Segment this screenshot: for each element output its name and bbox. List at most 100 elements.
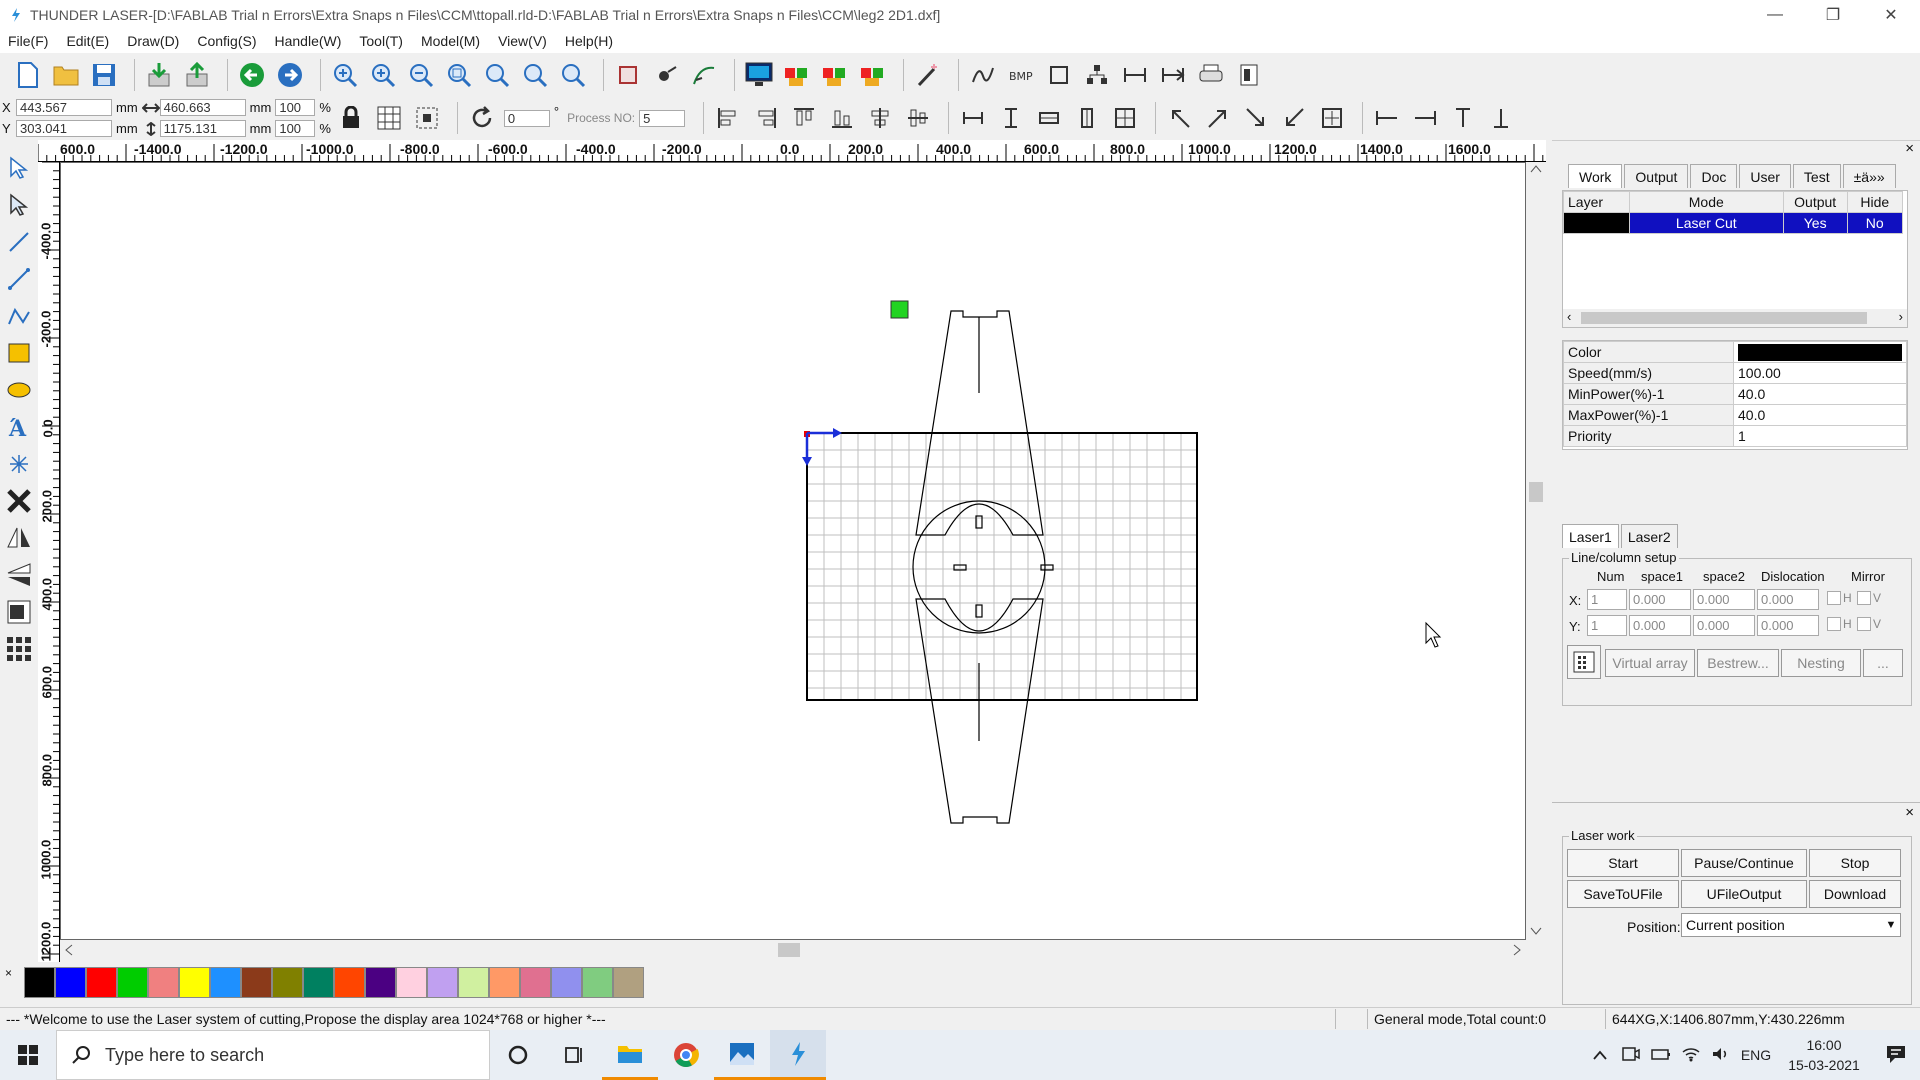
restore-button[interactable]: ❐ <box>1804 0 1862 29</box>
min-power-value[interactable]: 40.0 <box>1733 383 1907 405</box>
drawing-canvas[interactable] <box>60 162 1526 940</box>
menu-handle[interactable]: Handle(W) <box>274 33 341 49</box>
move-top-right-button[interactable] <box>1202 102 1234 134</box>
battery-icon[interactable] <box>1646 1047 1676 1064</box>
position-grid-button[interactable] <box>373 102 405 134</box>
priority-value[interactable]: 1 <box>1733 425 1907 447</box>
text-tool[interactable]: Ά <box>3 411 35 443</box>
equal-space-h-button[interactable] <box>1033 102 1065 134</box>
rotate-button[interactable] <box>466 102 498 134</box>
start-button[interactable] <box>0 1030 56 1080</box>
optimize-direction-button[interactable] <box>857 59 889 91</box>
node-edit-button[interactable] <box>650 59 682 91</box>
smooth-curve-button[interactable] <box>967 59 999 91</box>
delete-tool[interactable] <box>3 485 35 517</box>
layer-horizontal-scrollbar[interactable]: ‹ › <box>1563 309 1907 327</box>
virtual-array-button[interactable]: Virtual array <box>1605 649 1695 677</box>
move-bottom-left-button[interactable] <box>1278 102 1310 134</box>
y-space1-field[interactable]: 0.000 <box>1629 615 1691 636</box>
menu-model[interactable]: Model(M) <box>421 33 480 49</box>
x-num-field[interactable]: 1 <box>1587 589 1627 610</box>
color-swatch-mint[interactable] <box>582 966 613 998</box>
color-swatch-pink[interactable] <box>396 966 427 998</box>
color-swatch-khaki[interactable] <box>613 966 644 998</box>
thunder-laser-taskbar-button[interactable] <box>770 1030 826 1080</box>
zoom-data-button[interactable] <box>557 59 589 91</box>
display-button[interactable] <box>743 59 775 91</box>
rectangle-tool[interactable] <box>3 337 35 369</box>
array-tool[interactable] <box>3 633 35 665</box>
minimize-button[interactable]: — <box>1746 0 1804 29</box>
color-swatch-peach[interactable] <box>489 966 520 998</box>
move-top-left-button[interactable] <box>1164 102 1196 134</box>
menu-edit[interactable]: Edit(E) <box>66 33 109 49</box>
dock-left-button[interactable] <box>1371 102 1403 134</box>
process-number-field[interactable]: 5 <box>639 109 686 127</box>
nesting-button[interactable]: Nesting <box>1781 649 1861 677</box>
optimize-order-button[interactable] <box>819 59 851 91</box>
taskbar-search-box[interactable]: Type here to search <box>56 1030 490 1080</box>
tab-laser2[interactable]: Laser2 <box>1620 524 1678 548</box>
zoom-in-button[interactable] <box>329 59 361 91</box>
rectangle-frame-button[interactable] <box>1043 59 1075 91</box>
scroll-left-arrow-icon[interactable]: ‹ <box>1567 309 1571 324</box>
save-button[interactable] <box>88 59 120 91</box>
x-space1-field[interactable]: 0.000 <box>1629 589 1691 610</box>
align-right-button[interactable] <box>750 102 782 134</box>
notification-center-button[interactable] <box>1872 1044 1920 1067</box>
save-to-ufile-button[interactable]: SaveToUFile <box>1567 880 1679 908</box>
x-position-field[interactable]: 443.567 <box>16 99 112 116</box>
tab-doc[interactable]: Doc <box>1690 164 1738 188</box>
undo-button[interactable] <box>236 59 268 91</box>
color-swatch-sky[interactable] <box>210 966 241 998</box>
stop-button[interactable]: Stop <box>1809 849 1901 877</box>
mirror-h-tool[interactable] <box>3 522 35 554</box>
x-mirror-h-checkbox[interactable] <box>1827 591 1841 605</box>
redo-button[interactable] <box>274 59 306 91</box>
pause-continue-button[interactable]: Pause/Continue <box>1681 849 1807 877</box>
speed-value[interactable]: 100.00 <box>1733 362 1907 384</box>
zoom-window-button[interactable] <box>443 59 475 91</box>
new-file-button[interactable] <box>12 59 44 91</box>
taskbar-clock[interactable]: 16:00 15-03-2021 <box>1776 1035 1872 1075</box>
lock-ratio-button[interactable] <box>335 102 367 134</box>
output-file-button[interactable] <box>1233 59 1265 91</box>
chrome-taskbar-button[interactable] <box>658 1030 714 1080</box>
x-mirror-v-checkbox[interactable] <box>1857 591 1871 605</box>
mirror-v-tool[interactable] <box>3 559 35 591</box>
tab-transform[interactable]: ±ä»» <box>1842 164 1896 188</box>
align-bottom-button[interactable] <box>826 102 858 134</box>
distance-button[interactable] <box>1157 59 1189 91</box>
menu-config[interactable]: Config(S) <box>197 33 256 49</box>
position-select[interactable]: Current position ▼ <box>1681 913 1901 937</box>
zoom-page-button[interactable] <box>481 59 513 91</box>
align-center-v-button[interactable] <box>902 102 934 134</box>
show-hidden-icons-button[interactable] <box>1584 1047 1616 1063</box>
ufile-output-button[interactable]: UFileOutput <box>1681 880 1807 908</box>
y-mirror-v-checkbox[interactable] <box>1857 617 1871 631</box>
close-button[interactable]: ✕ <box>1862 0 1920 29</box>
menu-file[interactable]: File(F) <box>8 33 48 49</box>
tab-test[interactable]: Test <box>1792 164 1841 188</box>
apply-size-button[interactable] <box>411 102 443 134</box>
color-swatch-green[interactable] <box>117 966 148 998</box>
color-swatch-periwinkle[interactable] <box>551 966 582 998</box>
width-field[interactable]: 460.663 <box>159 99 246 116</box>
panel-close-button[interactable]: × <box>1905 140 1914 157</box>
zoom-out-button[interactable] <box>405 59 437 91</box>
align-center-h-button[interactable] <box>864 102 896 134</box>
measure-button[interactable] <box>1119 59 1151 91</box>
select-frame-button[interactable] <box>612 59 644 91</box>
y-num-field[interactable]: 1 <box>1587 615 1627 636</box>
color-swatch-red[interactable] <box>86 966 117 998</box>
dock-right-button[interactable] <box>1409 102 1441 134</box>
place-tool[interactable] <box>3 596 35 628</box>
color-swatch-lime[interactable] <box>458 966 489 998</box>
property-color-value[interactable] <box>1733 341 1907 363</box>
menu-view[interactable]: View(V) <box>498 33 547 49</box>
equal-space-v-button[interactable] <box>1071 102 1103 134</box>
color-swatch-lavender[interactable] <box>427 966 458 998</box>
color-swatch-teal[interactable] <box>303 966 334 998</box>
color-swatch-indigo[interactable] <box>365 966 396 998</box>
download-button[interactable]: Download <box>1809 880 1901 908</box>
